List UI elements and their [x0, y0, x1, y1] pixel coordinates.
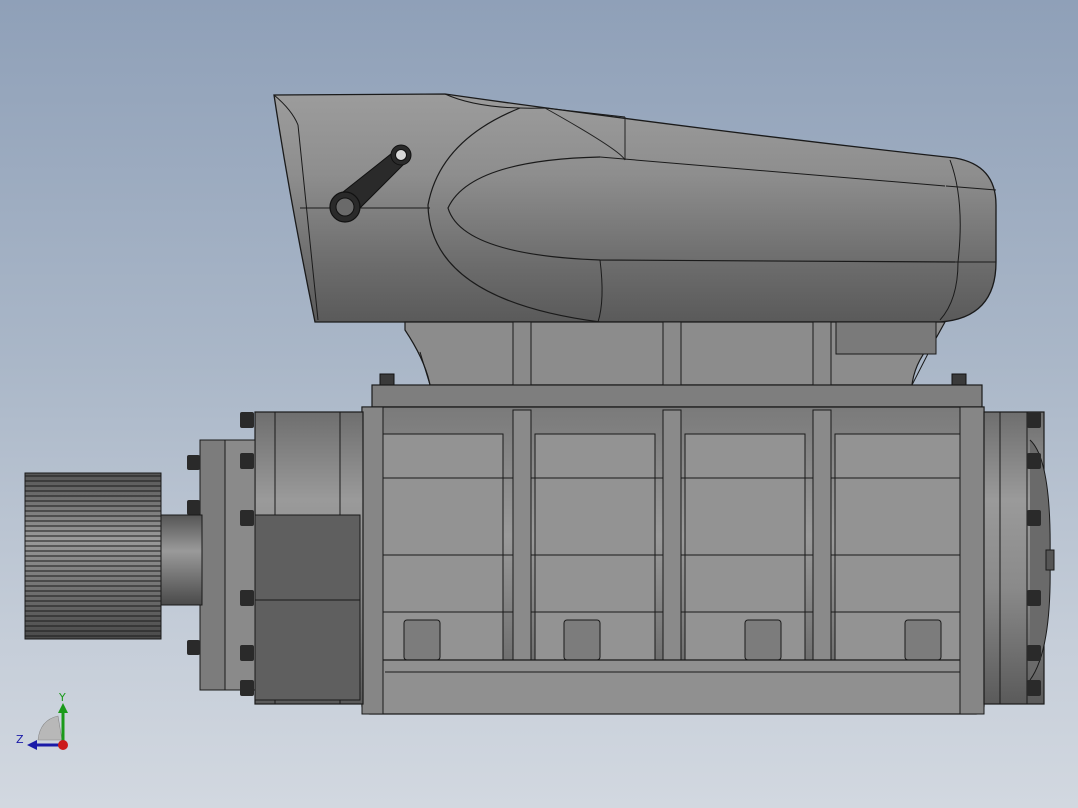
supercharger-model[interactable]: Y Z: [0, 0, 1078, 808]
y-axis-label: Y: [58, 691, 66, 704]
rotor-case[interactable]: [361, 406, 985, 715]
z-axis-label: Z: [16, 733, 24, 746]
coordinate-triad[interactable]: Y Z: [16, 691, 68, 750]
front-cover[interactable]: [199, 411, 364, 705]
drive-pulley[interactable]: [24, 472, 203, 640]
x-axis-dot: [58, 740, 68, 750]
air-scoop[interactable]: [273, 93, 997, 323]
rear-cover[interactable]: [983, 411, 1055, 705]
graphics-viewport[interactable]: Y Z: [0, 0, 1078, 808]
